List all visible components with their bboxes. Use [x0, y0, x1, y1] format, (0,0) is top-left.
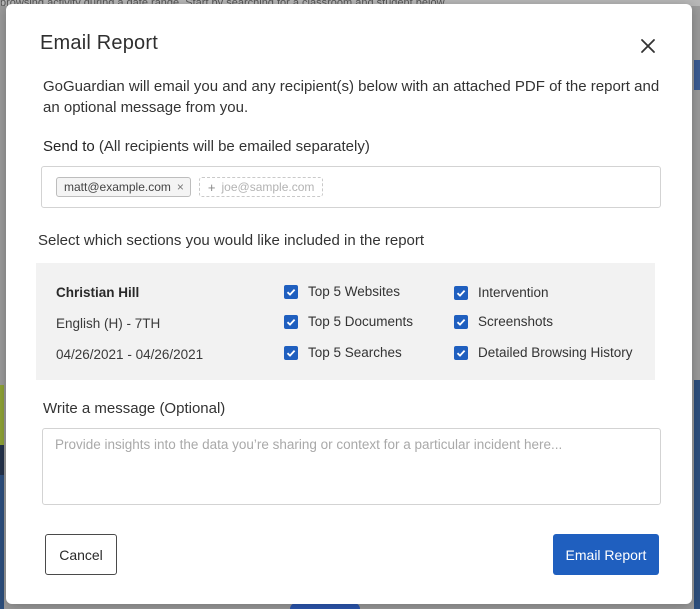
checkbox-checked[interactable]	[284, 284, 298, 299]
background-strip	[0, 385, 4, 445]
checkbox-checked[interactable]	[454, 314, 468, 329]
checkbox-checked[interactable]	[454, 285, 468, 300]
section-option-label: Intervention	[478, 285, 549, 300]
close-icon	[641, 39, 655, 53]
check-icon	[456, 318, 466, 326]
sections-panel: Christian Hill English (H) - 7TH 04/26/2…	[36, 263, 655, 380]
add-recipient-field[interactable]: + joe@sample.com	[198, 177, 324, 197]
section-option-label: Screenshots	[478, 314, 554, 329]
recipient-chip: matt@example.com ×	[56, 177, 191, 197]
check-icon	[286, 288, 296, 296]
check-icon	[286, 349, 296, 357]
section-option-detailed-browsing-history[interactable]: Detailed Browsing History	[454, 345, 633, 360]
intro-text: GoGuardian will email you and any recipi…	[43, 78, 660, 116]
sections-label: Select which sections you would like inc…	[38, 232, 425, 249]
section-option-label: Top 5 Documents	[308, 314, 414, 329]
section-option-screenshots[interactable]: Screenshots	[454, 314, 553, 329]
checkbox-checked[interactable]	[454, 345, 468, 360]
email-report-button[interactable]: Email Report	[553, 534, 659, 575]
message-label: Write a message (Optional)	[43, 400, 225, 417]
modal-title: Email Report	[40, 32, 158, 54]
send-to-hint: (All recipients will be emailed separate…	[98, 138, 370, 155]
plus-icon: +	[207, 179, 216, 195]
send-to-label-text: Send to	[43, 138, 95, 155]
send-to-label: Send to (All recipients will be emailed …	[43, 138, 370, 155]
background-strip	[0, 445, 4, 475]
add-recipient-placeholder: joe@sample.com	[221, 180, 315, 194]
cancel-button[interactable]: Cancel	[45, 534, 117, 575]
date-range: 04/26/2021 - 04/26/2021	[56, 347, 204, 362]
message-label-text: Write a message	[43, 400, 156, 417]
background-strip	[694, 380, 700, 609]
checkbox-checked[interactable]	[284, 345, 298, 360]
section-option-label: Top 5 Searches	[308, 345, 402, 360]
background-strip	[694, 60, 700, 90]
message-optional-hint: (Optional)	[159, 400, 226, 417]
section-option-top-5-documents[interactable]: Top 5 Documents	[284, 314, 413, 329]
check-icon	[286, 318, 296, 326]
recipients-input[interactable]: matt@example.com × + joe@sample.com	[41, 166, 661, 208]
remove-recipient-icon[interactable]: ×	[177, 180, 184, 194]
section-option-label: Top 5 Websites	[308, 284, 401, 299]
background-strip	[0, 475, 4, 609]
close-button[interactable]	[636, 34, 660, 58]
checkbox-checked[interactable]	[284, 314, 298, 329]
email-report-modal: Email Report GoGuardian will email you a…	[6, 4, 692, 604]
section-option-label: Detailed Browsing History	[478, 345, 633, 360]
section-option-top-5-searches[interactable]: Top 5 Searches	[284, 345, 402, 360]
check-icon	[456, 349, 466, 357]
recipient-email: matt@example.com	[64, 180, 171, 194]
section-option-intervention[interactable]: Intervention	[454, 285, 549, 300]
check-icon	[456, 289, 466, 297]
student-class: English (H) - 7TH	[56, 316, 161, 331]
student-name: Christian Hill	[56, 285, 140, 300]
section-option-top-5-websites[interactable]: Top 5 Websites	[284, 284, 400, 299]
message-textarea[interactable]	[42, 428, 661, 505]
